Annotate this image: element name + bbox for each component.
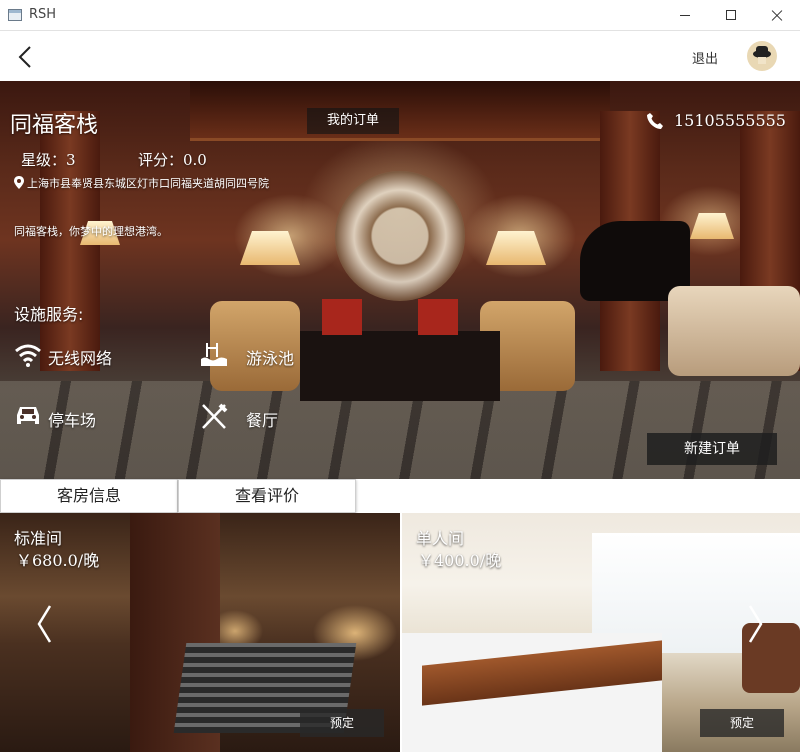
room-price: ￥680.0/晚 xyxy=(16,551,100,570)
avatar[interactable] xyxy=(747,41,777,71)
facility-wifi-label: 无线网络 xyxy=(48,349,113,368)
app-bar: 退出 xyxy=(0,31,800,81)
new-order-button[interactable]: 新建订单 xyxy=(647,433,777,465)
rating: 评分：0.0 xyxy=(138,151,207,169)
facility-parking-label: 停车场 xyxy=(48,411,97,430)
minimize-button[interactable] xyxy=(662,0,708,31)
hotel-address: 上海市县奉贤县东城区灯市口同福夹道胡同四号院 xyxy=(27,177,269,190)
window-title: RSH xyxy=(29,7,57,22)
phone-icon xyxy=(647,113,663,129)
facility-restaurant-label: 餐厅 xyxy=(246,411,279,430)
logout-link[interactable]: 退出 xyxy=(692,48,718,67)
close-button[interactable] xyxy=(754,0,800,31)
restaurant-icon xyxy=(202,403,228,429)
book-button[interactable]: 预定 xyxy=(700,709,784,737)
maximize-button[interactable] xyxy=(708,0,754,31)
room-carousel: 标准间 ￥680.0/晚 预定 单人间 ￥400.0/晚 预定 xyxy=(0,513,800,752)
pool-icon xyxy=(201,343,227,366)
tab-bar: 客房信息 查看评价 xyxy=(0,479,358,513)
facility-pool-label: 游泳池 xyxy=(246,349,295,368)
wifi-icon xyxy=(15,344,41,367)
user-hat-icon xyxy=(753,46,771,64)
location-pin-icon xyxy=(14,176,24,189)
back-button[interactable] xyxy=(14,44,38,70)
room-name: 标准间 xyxy=(14,529,63,548)
room-price: ￥400.0/晚 xyxy=(418,551,502,570)
room-name: 单人间 xyxy=(416,529,465,548)
room-card[interactable]: 单人间 ￥400.0/晚 预定 xyxy=(402,513,800,752)
carousel-prev-icon[interactable] xyxy=(36,604,52,644)
carousel-next-icon[interactable] xyxy=(748,604,764,644)
my-orders-button[interactable]: 我的订单 xyxy=(307,108,399,134)
hotel-phone: 15105555555 xyxy=(674,111,786,130)
hotel-name: 同福客栈 xyxy=(10,113,99,138)
window-titlebar: RSH xyxy=(0,0,800,31)
facilities-heading: 设施服务: xyxy=(14,305,84,324)
app-icon xyxy=(8,9,22,21)
hotel-slogan: 同福客栈，你梦中的理想港湾。 xyxy=(14,225,168,238)
minimize-icon xyxy=(680,15,690,16)
room-card[interactable]: 标准间 ￥680.0/晚 预定 xyxy=(0,513,400,752)
book-button[interactable]: 预定 xyxy=(300,709,384,737)
chevron-left-icon xyxy=(18,46,31,68)
hotel-hero: 同福客栈 我的订单 15105555555 星级：3 评分：0.0 上海市县奉贤… xyxy=(0,81,800,479)
star-level: 星级：3 xyxy=(21,151,76,169)
tab-room-info[interactable]: 客房信息 xyxy=(0,479,178,513)
maximize-icon xyxy=(726,10,736,20)
tab-reviews[interactable]: 查看评价 xyxy=(178,479,356,513)
car-icon xyxy=(17,407,39,424)
